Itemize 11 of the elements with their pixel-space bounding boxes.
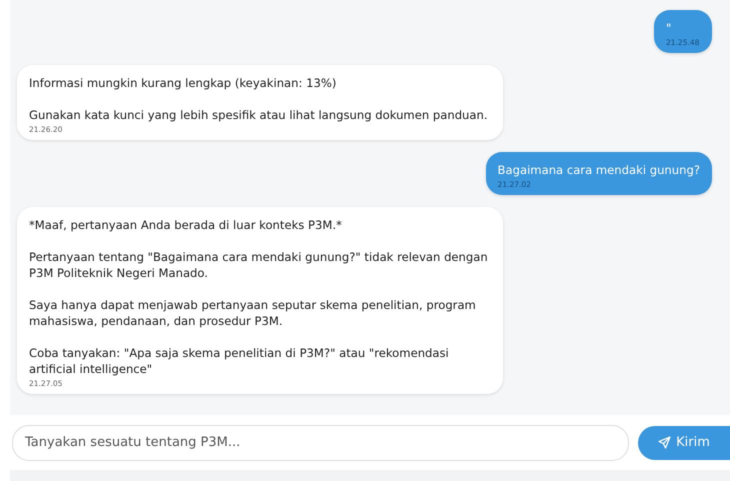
send-button[interactable]: Kirim [638,426,730,460]
message-text: Informasi mungkin kurang lengkap (keyakinan: 13%) [29,75,338,91]
send-icon [658,436,672,449]
message-text: Saya hanya dapat menjawab pertanyaan seputar skema penelitian, program mahasiswa, pendanaan, dan prosedur P3M. [29,297,477,329]
message-input-field[interactable]: Tanyakan sesuatu tentang P3M... [12,424,629,460]
message-text: Pertanyaan tentang "Bagaimana cara mendaki gunung?" tidak relevan dengan P3M Politeknik Negeri Manado. [29,249,489,281]
message-text: Coba tanyakan: "Apa saja skema penelitian di P3M?" atau "rekomendasi artificial intelligence" [29,345,450,377]
message-text: " [666,20,672,36]
message-text: *Maaf, pertanyaan Anda berada di luar konteks P3M.* [29,217,343,233]
message-text: Gunakan kata kunci yang lebih spesifik atau lihat langsung dokumen panduan. [29,107,489,123]
message-text: Bagaimana cara mendaki gunung? [498,162,700,178]
